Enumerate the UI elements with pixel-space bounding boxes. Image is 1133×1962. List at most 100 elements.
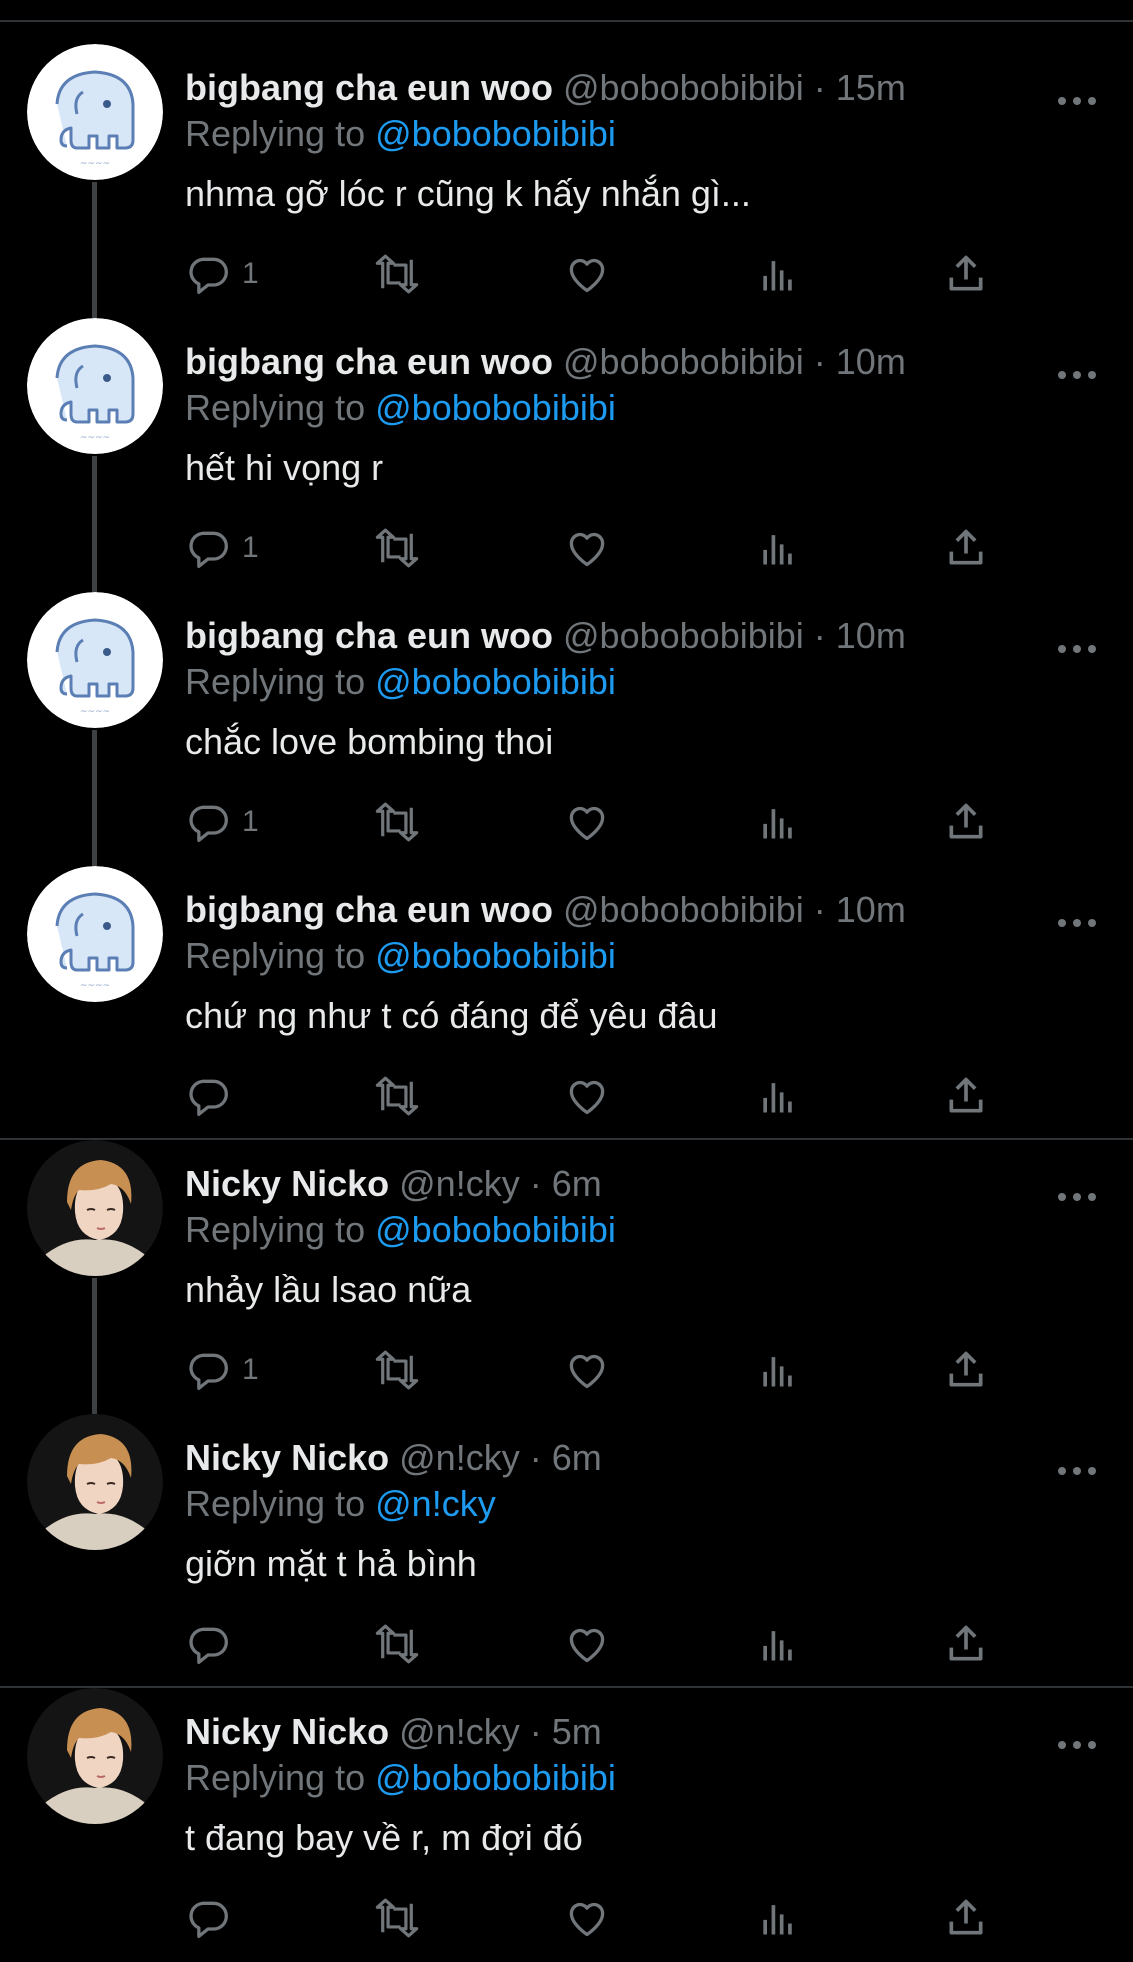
views-button[interactable]	[756, 1074, 800, 1118]
like-button[interactable]	[565, 800, 609, 844]
reply-icon	[189, 805, 228, 842]
user-handle[interactable]: @n!cky	[399, 1163, 520, 1204]
views-button[interactable]	[756, 1348, 800, 1392]
views-button[interactable]	[756, 800, 800, 844]
views-button[interactable]	[756, 1622, 800, 1666]
heart-icon	[569, 532, 605, 567]
display-name[interactable]: bigbang cha eun woo	[185, 615, 553, 656]
user-handle[interactable]: @bobobobibibi	[563, 67, 804, 108]
action-bar: 1	[0, 800, 1133, 844]
like-button[interactable]	[565, 1622, 609, 1666]
views-button[interactable]	[756, 1896, 800, 1940]
svg-text:~~~~: ~~~~	[80, 981, 110, 991]
retweet-button[interactable]	[372, 1074, 422, 1118]
retweet-button[interactable]	[372, 526, 422, 570]
mention-link[interactable]: @bobobobibibi	[375, 1757, 616, 1798]
display-name[interactable]: bigbang cha eun woo	[185, 341, 553, 382]
display-name[interactable]: bigbang cha eun woo	[185, 889, 553, 930]
share-button[interactable]	[944, 1896, 988, 1940]
timestamp[interactable]: 10m	[836, 341, 906, 382]
views-icon	[763, 1083, 792, 1113]
reply-button[interactable]: 1	[186, 800, 259, 844]
avatar[interactable]: ~~~~	[27, 592, 163, 728]
svg-text:~~~~: ~~~~	[80, 159, 110, 169]
user-handle[interactable]: @bobobobibibi	[563, 615, 804, 656]
share-button[interactable]	[944, 1622, 988, 1666]
avatar[interactable]	[27, 1140, 163, 1276]
more-icon[interactable]	[1055, 368, 1099, 382]
display-name[interactable]: Nicky Nicko	[185, 1163, 389, 1204]
timestamp[interactable]: 10m	[836, 889, 906, 930]
user-handle[interactable]: @bobobobibibi	[563, 341, 804, 382]
display-name[interactable]: Nicky Nicko	[185, 1437, 389, 1478]
user-handle[interactable]: @n!cky	[399, 1437, 520, 1478]
reply-button[interactable]: 1	[186, 1348, 259, 1392]
timestamp[interactable]: 6m	[552, 1163, 602, 1204]
tweet[interactable]: Nicky Nicko @n!cky · 6m Replying to @bob…	[0, 1140, 1133, 1414]
reply-button[interactable]	[186, 1896, 242, 1940]
retweet-button[interactable]	[372, 1896, 422, 1940]
separator-dot: ·	[529, 1163, 542, 1204]
more-icon[interactable]	[1055, 1738, 1099, 1752]
avatar[interactable]	[27, 1414, 163, 1550]
tweet[interactable]: Nicky Nicko @n!cky · 6m Replying to @n!c…	[0, 1414, 1133, 1688]
like-button[interactable]	[565, 1348, 609, 1392]
views-button[interactable]	[756, 252, 800, 296]
share-button[interactable]	[944, 800, 988, 844]
tweet-header: bigbang cha eun woo @bobobobibibi · 15m	[185, 66, 906, 110]
tweet[interactable]: ~~~~ bigbang cha eun woo @bobobobibibi ·…	[0, 592, 1133, 866]
share-button[interactable]	[944, 1348, 988, 1392]
separator-dot: ·	[813, 67, 826, 108]
retweet-button[interactable]	[372, 800, 422, 844]
display-name[interactable]: bigbang cha eun woo	[185, 67, 553, 108]
reply-icon	[189, 1079, 228, 1116]
more-icon[interactable]	[1055, 1464, 1099, 1478]
user-handle[interactable]: @bobobobibibi	[563, 889, 804, 930]
tweet[interactable]: ~~~~ bigbang cha eun woo @bobobobibibi ·…	[0, 44, 1133, 318]
share-button[interactable]	[944, 252, 988, 296]
like-button[interactable]	[565, 1074, 609, 1118]
mention-link[interactable]: @bobobobibibi	[375, 113, 616, 154]
share-button[interactable]	[944, 1074, 988, 1118]
more-icon[interactable]	[1055, 1190, 1099, 1204]
tweet[interactable]: Nicky Nicko @n!cky · 5m Replying to @bob…	[0, 1688, 1133, 1962]
avatar[interactable]: ~~~~	[27, 866, 163, 1002]
like-button[interactable]	[565, 252, 609, 296]
user-handle[interactable]: @n!cky	[399, 1711, 520, 1752]
reply-icon	[189, 257, 228, 294]
avatar[interactable]	[27, 1688, 163, 1824]
share-icon	[949, 1625, 983, 1661]
retweet-button[interactable]	[372, 1622, 422, 1666]
mention-link[interactable]: @bobobobibibi	[375, 387, 616, 428]
tweet[interactable]: ~~~~ bigbang cha eun woo @bobobobibibi ·…	[0, 318, 1133, 592]
avatar[interactable]: ~~~~	[27, 318, 163, 454]
like-button[interactable]	[565, 1896, 609, 1940]
timestamp[interactable]: 6m	[552, 1437, 602, 1478]
mention-link[interactable]: @bobobobibibi	[375, 661, 616, 702]
tweet[interactable]: ~~~~ bigbang cha eun woo @bobobobibibi ·…	[0, 866, 1133, 1140]
retweet-button[interactable]	[372, 252, 422, 296]
avatar[interactable]: ~~~~	[27, 44, 163, 180]
views-button[interactable]	[756, 526, 800, 570]
more-icon[interactable]	[1055, 642, 1099, 656]
timestamp[interactable]: 5m	[552, 1711, 602, 1752]
more-icon[interactable]	[1055, 916, 1099, 930]
mention-link[interactable]: @n!cky	[375, 1483, 496, 1524]
timestamp[interactable]: 15m	[836, 67, 906, 108]
mention-link[interactable]: @bobobobibibi	[375, 935, 616, 976]
views-icon	[763, 1631, 792, 1661]
reply-button[interactable]	[186, 1074, 242, 1118]
reply-button[interactable]: 1	[186, 526, 259, 570]
reply-button[interactable]	[186, 1622, 242, 1666]
like-button[interactable]	[565, 526, 609, 570]
reply-button[interactable]: 1	[186, 252, 259, 296]
separator-dot: ·	[529, 1711, 542, 1752]
display-name[interactable]: Nicky Nicko	[185, 1711, 389, 1752]
views-icon	[763, 1905, 792, 1935]
share-button[interactable]	[944, 526, 988, 570]
heart-icon	[569, 806, 605, 841]
timestamp[interactable]: 10m	[836, 615, 906, 656]
retweet-button[interactable]	[372, 1348, 422, 1392]
mention-link[interactable]: @bobobobibibi	[375, 1209, 616, 1250]
more-icon[interactable]	[1055, 94, 1099, 108]
